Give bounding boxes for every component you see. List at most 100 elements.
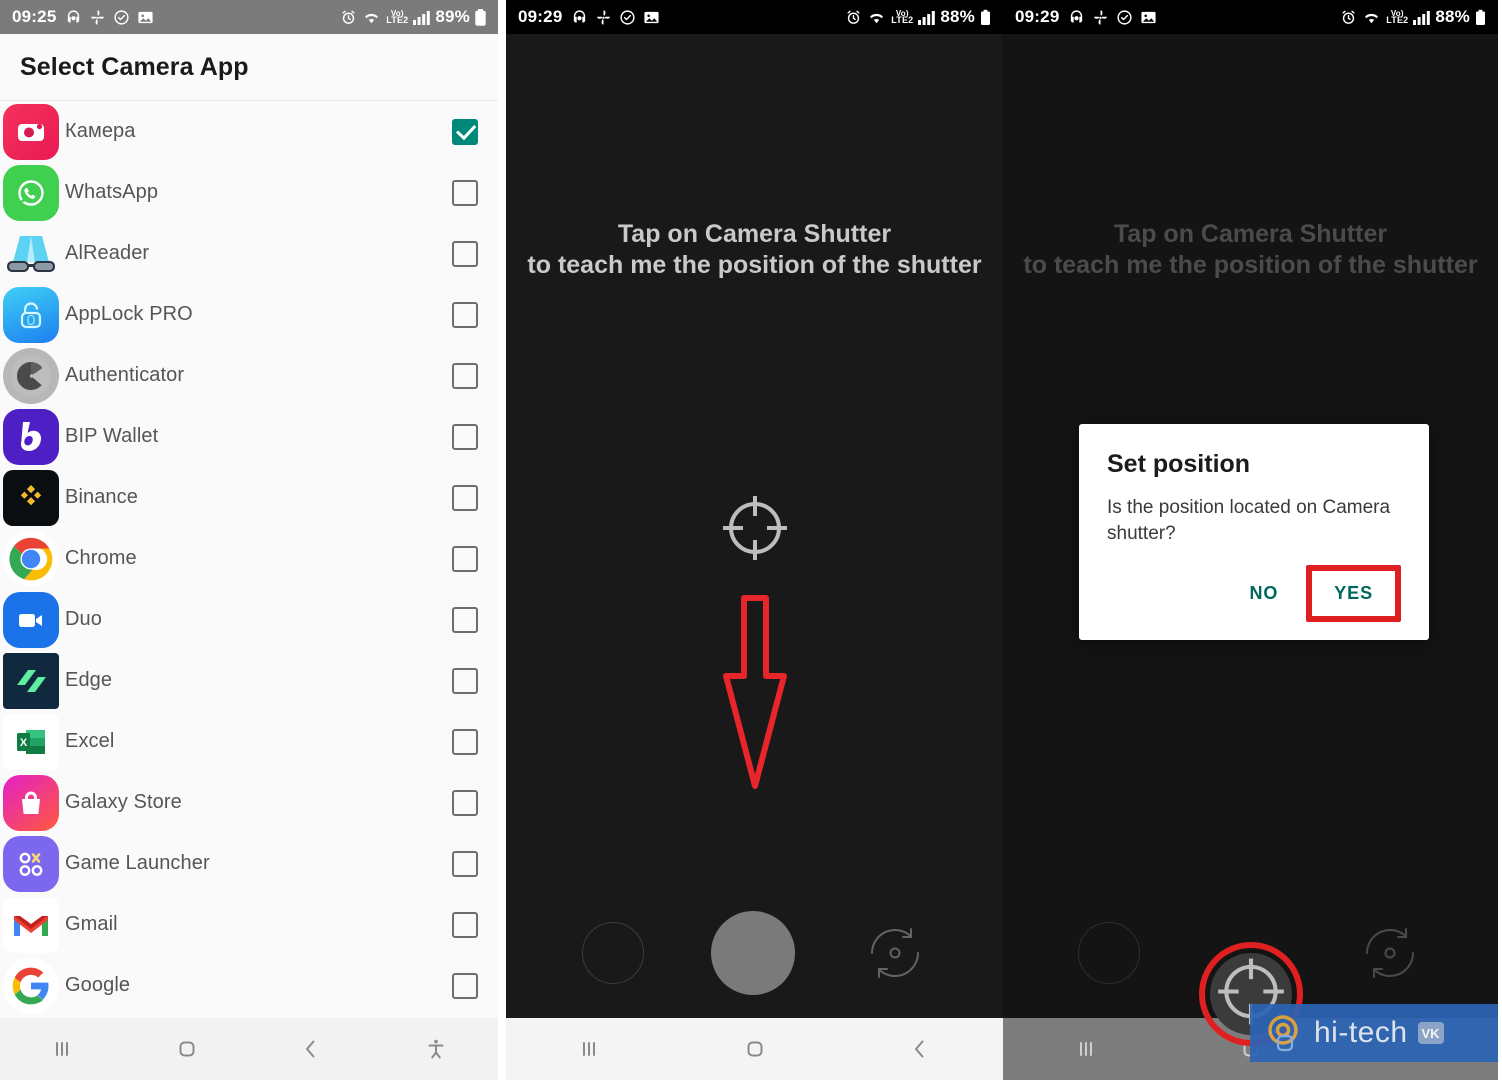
list-item-checkbox[interactable] bbox=[452, 667, 478, 694]
list-item-checkbox[interactable] bbox=[452, 606, 478, 633]
excel-icon: X bbox=[3, 713, 59, 770]
recents-icon[interactable] bbox=[1003, 1036, 1168, 1062]
battery-icon bbox=[475, 8, 486, 26]
page-header: Select Camera App bbox=[0, 34, 498, 101]
list-item-checkbox[interactable] bbox=[452, 728, 478, 755]
shield-check-icon bbox=[1116, 9, 1133, 26]
camera-viewfinder[interactable]: Tap on Camera Shutter to teach me the po… bbox=[506, 34, 1003, 1080]
list-item-checkbox[interactable] bbox=[452, 118, 478, 145]
yes-button[interactable]: YES bbox=[1316, 573, 1391, 614]
set-position-dialog[interactable]: Set position Is the position located on … bbox=[1079, 424, 1429, 641]
list-item[interactable]: Galaxy Store bbox=[0, 772, 498, 833]
list-item-checkbox[interactable] bbox=[452, 972, 478, 999]
list-item-checkbox[interactable] bbox=[452, 545, 478, 572]
home-icon[interactable] bbox=[672, 1036, 838, 1062]
list-item[interactable]: Камера bbox=[0, 101, 498, 162]
page-title: Select Camera App bbox=[20, 52, 249, 81]
camera-app-icon bbox=[3, 103, 59, 160]
back-icon[interactable] bbox=[249, 1036, 374, 1062]
list-item-label: Google bbox=[65, 974, 131, 996]
volte-net-label: LTE2 bbox=[386, 14, 409, 25]
back-icon[interactable] bbox=[837, 1036, 1003, 1062]
status-bar-left: 09:29 bbox=[518, 7, 660, 27]
list-item-checkbox[interactable] bbox=[452, 850, 478, 877]
chrome-icon bbox=[3, 530, 59, 587]
list-item[interactable]: Binance bbox=[0, 467, 498, 528]
list-item[interactable]: Duo bbox=[0, 589, 498, 650]
list-item-label: Binance bbox=[65, 486, 138, 508]
headset-icon bbox=[65, 9, 82, 26]
list-item[interactable]: AlReader bbox=[0, 223, 498, 284]
list-item-label: Камера bbox=[65, 120, 136, 142]
dialog-message: Is the position located on Camera shutte… bbox=[1107, 497, 1391, 545]
list-item[interactable]: Game Launcher bbox=[0, 833, 498, 894]
alarm-icon bbox=[845, 9, 862, 26]
list-item-checkbox[interactable] bbox=[452, 362, 478, 389]
status-time: 09:29 bbox=[518, 7, 563, 26]
list-item-label: Authenticator bbox=[65, 364, 185, 386]
panel-set-position-dialog: 09:29 Vo) LTE2 88% Tap on Camera Shutter… bbox=[1003, 0, 1498, 1080]
list-item-checkbox[interactable] bbox=[452, 179, 478, 206]
gallery-thumbnail-button[interactable] bbox=[1078, 922, 1141, 984]
accessibility-icon[interactable] bbox=[374, 1036, 499, 1062]
status-bar: 09:25 Vo) LTE2 89% bbox=[0, 0, 498, 34]
status-bar-left: 09:29 bbox=[1015, 7, 1157, 27]
camera-controls[interactable] bbox=[506, 888, 1003, 1018]
list-item-label: Game Launcher bbox=[65, 852, 210, 874]
list-item-label: Galaxy Store bbox=[65, 791, 182, 813]
list-item-label: Edge bbox=[65, 669, 113, 691]
list-item[interactable]: Gmail bbox=[0, 894, 498, 955]
navigation-bar[interactable] bbox=[506, 1018, 1003, 1080]
fan-icon bbox=[595, 9, 612, 26]
vk-badge-icon: VK bbox=[1417, 1022, 1444, 1044]
screenshot-stage: 09:25 Vo) LTE2 89% Select Camera App Кам… bbox=[0, 0, 1502, 1080]
battery-icon bbox=[1475, 9, 1486, 26]
status-bar-right: Vo) LTE2 88% bbox=[1340, 7, 1486, 27]
list-item[interactable]: Authenticator bbox=[0, 345, 498, 406]
alarm-icon bbox=[340, 9, 357, 26]
recents-icon[interactable] bbox=[506, 1036, 672, 1062]
binance-icon bbox=[3, 469, 59, 526]
no-button[interactable]: NO bbox=[1231, 573, 1296, 614]
recents-icon[interactable] bbox=[0, 1036, 125, 1062]
crosshair-target-icon[interactable] bbox=[717, 490, 793, 571]
list-item[interactable]: BIP Wallet bbox=[0, 406, 498, 467]
list-item-checkbox[interactable] bbox=[452, 484, 478, 511]
home-icon[interactable] bbox=[125, 1036, 250, 1062]
signal-icon bbox=[918, 10, 936, 25]
battery-icon bbox=[980, 9, 991, 26]
wifi-icon bbox=[362, 9, 381, 26]
list-item[interactable]: WhatsApp bbox=[0, 162, 498, 223]
gallery-thumbnail-button[interactable] bbox=[581, 922, 644, 984]
camera-shutter-button[interactable] bbox=[710, 911, 795, 995]
status-bar-left: 09:25 bbox=[12, 7, 154, 27]
list-item[interactable]: Edge bbox=[0, 650, 498, 711]
app-list[interactable]: Камера WhatsApp AlReader AppLock PRO Aut… bbox=[0, 101, 498, 1018]
flip-camera-button[interactable] bbox=[1357, 920, 1423, 986]
list-item[interactable]: X Excel bbox=[0, 711, 498, 772]
list-item-checkbox[interactable] bbox=[452, 423, 478, 450]
headset-icon bbox=[571, 9, 588, 26]
list-item[interactable]: AppLock PRO bbox=[0, 284, 498, 345]
flip-camera-button[interactable] bbox=[862, 920, 928, 986]
status-time: 09:29 bbox=[1015, 7, 1060, 26]
google-icon bbox=[3, 957, 59, 1014]
navigation-bar[interactable] bbox=[0, 1018, 498, 1080]
status-bar-right: Vo) LTE2 88% bbox=[845, 7, 991, 27]
alarm-icon bbox=[1340, 9, 1357, 26]
list-item-label: Excel bbox=[65, 730, 115, 752]
list-item-checkbox[interactable] bbox=[452, 301, 478, 328]
list-item-checkbox[interactable] bbox=[452, 911, 478, 938]
list-item[interactable]: Chrome bbox=[0, 528, 498, 589]
status-bar: 09:29 Vo) LTE2 88% bbox=[1003, 0, 1498, 34]
list-item-checkbox[interactable] bbox=[452, 240, 478, 267]
instruction-text: Tap on Camera Shutter to teach me the po… bbox=[1003, 219, 1498, 280]
alreader-icon bbox=[3, 226, 59, 282]
volte-net-label: LTE2 bbox=[1386, 14, 1409, 25]
list-item[interactable]: Google bbox=[0, 955, 498, 1016]
status-time: 09:25 bbox=[12, 7, 57, 26]
dialog-actions: NO YES bbox=[1107, 565, 1401, 628]
game-launcher-icon bbox=[3, 835, 59, 892]
list-item-checkbox[interactable] bbox=[452, 789, 478, 816]
gallery-icon bbox=[643, 9, 660, 26]
